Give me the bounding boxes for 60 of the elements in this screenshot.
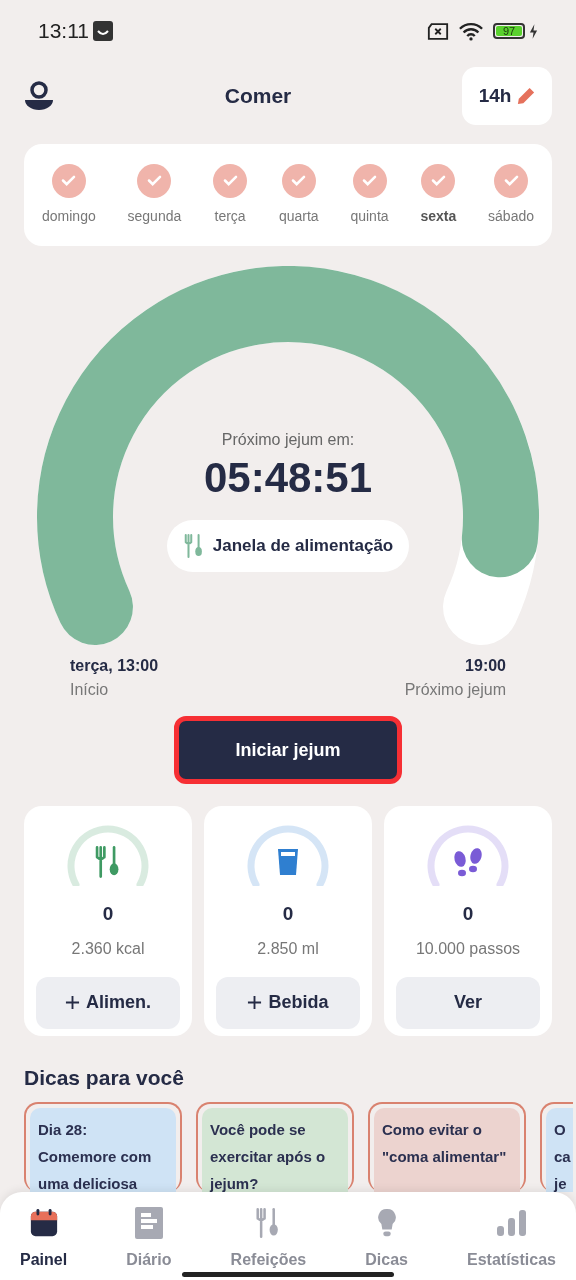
calendar-icon	[28, 1207, 59, 1238]
tracker-add-button[interactable]: Bebida	[216, 976, 360, 1029]
checkmark-icon	[430, 175, 446, 186]
checkmark-icon	[61, 175, 77, 186]
tracker-value: 0	[462, 902, 474, 926]
checkmark-icon	[222, 175, 238, 186]
sim-card-icon	[427, 22, 449, 40]
fast-duration-button[interactable]: 14h	[462, 67, 552, 125]
tip-card[interactable]: Dia 28: Comemore com uma deliciosa	[24, 1101, 182, 1192]
day-label: sábado	[488, 206, 534, 226]
footprints-icon	[451, 847, 485, 877]
end-label: Próximo jejum	[404, 680, 506, 700]
wifi-icon	[459, 21, 483, 41]
tracker-value: 0	[282, 902, 294, 926]
charging-icon	[529, 23, 538, 39]
day-label: quarta	[278, 206, 319, 226]
day-label: domingo	[42, 206, 96, 226]
cutlery-icon	[182, 533, 205, 559]
end-time: 19:00	[465, 656, 506, 676]
tracker-goal: 2.850 ml	[257, 938, 319, 959]
app-notification-icon	[93, 21, 113, 41]
tip-text: O ca je	[554, 1119, 571, 1192]
day-label: terça	[214, 206, 246, 226]
tip-card[interactable]: Você pode se exercitar após o jejum?	[196, 1101, 354, 1192]
tip-text: Como evitar o "coma alimentar"	[382, 1119, 507, 1167]
pencil-icon	[517, 87, 536, 105]
nav-tab[interactable]: Painel	[20, 1205, 68, 1272]
page-title: Comer	[223, 83, 293, 110]
status-time: 13:11	[38, 18, 89, 45]
start-time: terça, 13:00	[70, 656, 159, 676]
lightbulb-icon	[376, 1207, 397, 1238]
plus-icon	[65, 995, 80, 1010]
document-icon	[134, 1206, 163, 1239]
tracker-add-button[interactable]: Alimen.	[36, 976, 180, 1029]
profile-icon[interactable]	[24, 80, 54, 112]
tracker-value: 0	[102, 902, 114, 926]
plus-icon	[247, 995, 263, 1010]
checkmark-icon	[362, 175, 377, 186]
tip-card[interactable]: O ca je	[540, 1101, 573, 1192]
glass-icon	[276, 847, 300, 877]
tracker-goal: 2.360 kcal	[71, 938, 145, 959]
tip-card[interactable]: Como evitar o "coma alimentar"	[368, 1101, 526, 1192]
bar-chart-icon	[496, 1209, 527, 1236]
tracker-goal: 10.000 passos	[415, 938, 521, 959]
eating-window-label: Janela de alimentação	[212, 535, 394, 558]
day-label: sexta	[420, 206, 457, 226]
tip-text: Você pode se exercitar após o jejum?	[210, 1119, 326, 1192]
checkmark-icon	[503, 175, 519, 186]
checkmark-icon	[146, 175, 162, 186]
tips-heading: Dicas para você	[23, 1065, 185, 1091]
countdown-caption: Próximo jejum em:	[221, 430, 355, 450]
battery-icon: 97	[493, 23, 525, 39]
checkmark-icon	[291, 175, 307, 186]
day-label: quinta	[350, 206, 389, 226]
tracker-add-button[interactable]: Ver	[396, 976, 540, 1029]
countdown-time: 05:48:51	[203, 453, 373, 503]
start-label: Início	[70, 680, 110, 700]
day-label: segunda	[127, 206, 182, 226]
tip-text: Dia 28: Comemore com uma deliciosa	[38, 1119, 152, 1192]
start-fast-button[interactable]: Iniciar jejum	[174, 716, 402, 784]
